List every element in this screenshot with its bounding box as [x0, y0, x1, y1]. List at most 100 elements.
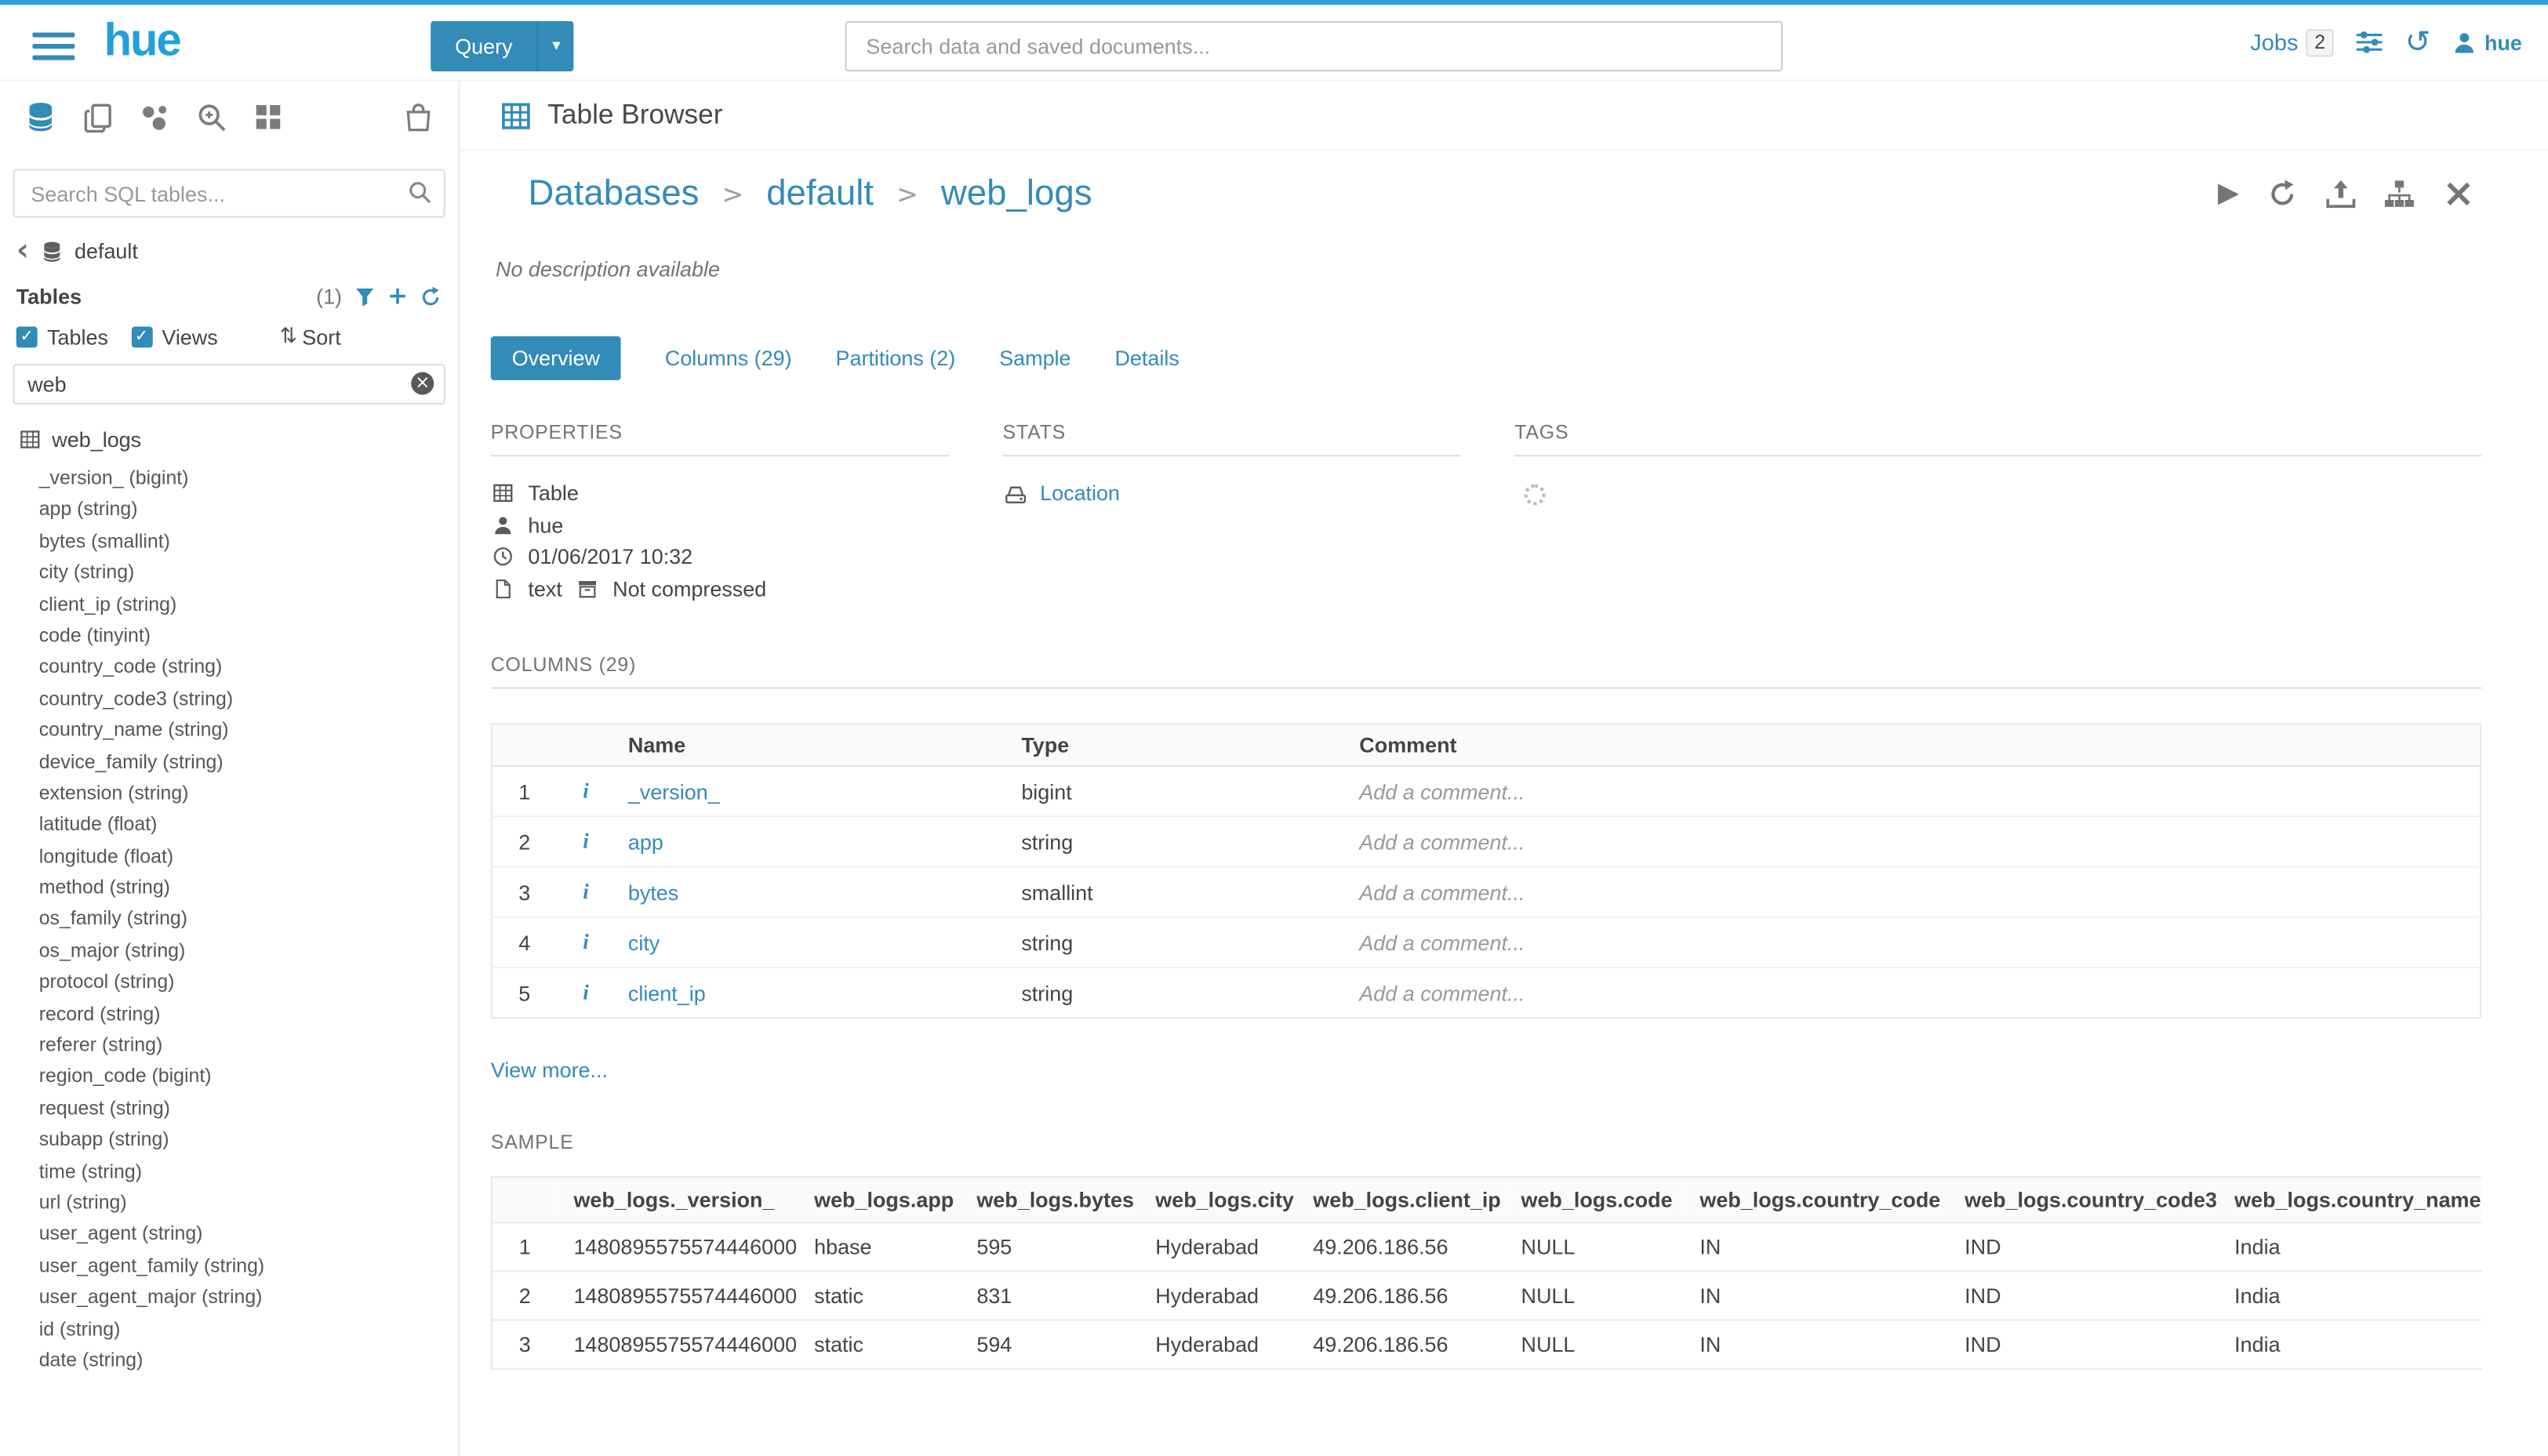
column-item[interactable]: user_agent_family (string) — [0, 1251, 458, 1282]
documents-assist-icon[interactable] — [83, 102, 114, 133]
column-item[interactable]: city (string) — [0, 557, 458, 589]
column-item[interactable]: url (string) — [0, 1188, 458, 1219]
tab-columns[interactable]: Columns (29) — [665, 346, 792, 370]
global-search-input[interactable] — [845, 21, 1783, 71]
tab-partitions[interactable]: Partitions (2) — [836, 346, 956, 370]
info-icon[interactable]: i — [557, 866, 616, 917]
database-name[interactable]: default — [75, 239, 138, 263]
scatter-assist-icon[interactable] — [140, 102, 170, 133]
column-item[interactable]: longitude (float) — [0, 841, 458, 873]
column-item[interactable]: request (string) — [0, 1093, 458, 1124]
column-name-link[interactable]: bytes — [628, 880, 678, 904]
tab-details[interactable]: Details — [1114, 346, 1179, 370]
assist-icon-row — [0, 82, 458, 153]
info-icon[interactable]: i — [557, 816, 616, 866]
column-item[interactable]: user_agent_major (string) — [0, 1282, 458, 1313]
column-item[interactable]: subapp (string) — [0, 1124, 458, 1156]
column-item[interactable]: referer (string) — [0, 1030, 458, 1062]
tree-table-web-logs[interactable]: web_logs — [0, 423, 458, 457]
column-item[interactable]: os_family (string) — [0, 904, 458, 935]
zoom-plus-assist-icon[interactable] — [197, 102, 227, 133]
filter-funnel-icon[interactable] — [355, 286, 376, 307]
query-dropdown-caret-icon[interactable]: ▾ — [537, 21, 575, 71]
column-item[interactable]: code (tinyint) — [0, 620, 458, 652]
column-item[interactable]: record (string) — [0, 999, 458, 1030]
column-comment-cell[interactable]: Add a comment... — [1347, 866, 2481, 917]
tab-sample[interactable]: Sample — [999, 346, 1070, 370]
hamburger-menu-icon[interactable] — [32, 32, 75, 60]
jobs-link[interactable]: Jobs 2 — [2250, 28, 2333, 56]
column-item[interactable]: _version_ (bigint) — [0, 463, 458, 495]
column-item[interactable]: id (string) — [0, 1313, 458, 1345]
query-table-icon[interactable]: ▶ — [2218, 177, 2239, 209]
column-item[interactable]: date (string) — [0, 1345, 458, 1377]
query-button-label[interactable]: Query — [431, 21, 537, 71]
archive-icon — [575, 578, 599, 599]
info-icon[interactable]: i — [557, 968, 616, 1018]
breadcrumb: Databases > default > web_logs ▶ — [491, 172, 2481, 215]
sidebar-table-search-input[interactable] — [13, 169, 445, 217]
column-name-link[interactable]: client_ip — [628, 981, 706, 1005]
user-menu[interactable]: hue — [2452, 30, 2522, 54]
location-link[interactable]: Location — [1040, 481, 1120, 506]
views-checkbox[interactable]: ✓ — [131, 326, 152, 347]
sample-table-wrap: web_logs._version_ web_logs.app web_logs… — [491, 1176, 2481, 1370]
query-button[interactable]: Query ▾ — [431, 21, 574, 71]
refresh-tables-icon[interactable] — [420, 285, 442, 308]
sort-label: Sort — [302, 325, 340, 349]
apps-grid-assist-icon[interactable] — [253, 103, 282, 132]
table-filter-input[interactable] — [13, 364, 445, 405]
column-item[interactable]: time (string) — [0, 1156, 458, 1187]
sql-assist-icon[interactable] — [24, 100, 56, 133]
column-item[interactable]: app (string) — [0, 495, 458, 526]
clear-filter-icon[interactable]: × — [411, 372, 434, 395]
search-icon[interactable] — [408, 180, 432, 205]
user-icon — [2452, 30, 2477, 54]
breadcrumb-databases[interactable]: Databases — [528, 172, 699, 215]
column-item[interactable]: method (string) — [0, 873, 458, 904]
settings-sliders-icon[interactable] — [2354, 27, 2383, 56]
column-item[interactable]: os_major (string) — [0, 935, 458, 967]
page-header: Table Browser — [460, 82, 2548, 151]
column-comment-cell[interactable]: Add a comment... — [1347, 968, 2481, 1018]
refresh-icon[interactable] — [2266, 178, 2297, 209]
column-item[interactable]: latitude (float) — [0, 810, 458, 841]
column-name-link[interactable]: _version_ — [628, 779, 720, 804]
tab-overview[interactable]: Overview — [491, 336, 621, 380]
upload-icon[interactable] — [2325, 178, 2356, 209]
column-name-link[interactable]: city — [628, 930, 660, 954]
bag-assist-icon[interactable] — [403, 102, 434, 133]
column-item[interactable]: country_code (string) — [0, 652, 458, 684]
info-icon[interactable]: i — [557, 766, 616, 816]
jobs-label[interactable]: Jobs — [2250, 29, 2298, 55]
column-item[interactable]: user_agent (string) — [0, 1219, 458, 1251]
chevron-left-icon[interactable]: ‹ — [16, 241, 29, 262]
close-icon[interactable]: × — [2442, 177, 2475, 209]
sort-control[interactable]: ⇅ Sort — [279, 325, 340, 349]
hue-logo[interactable]: hue — [104, 15, 180, 67]
sample-cell: Hyderabad — [1140, 1320, 1297, 1368]
topbar-right-cluster: Jobs 2 ↺ hue — [2250, 5, 2522, 79]
tables-checkbox[interactable]: ✓ — [16, 326, 38, 347]
column-item[interactable]: device_family (string) — [0, 746, 458, 778]
add-table-icon[interactable]: + — [387, 285, 408, 309]
column-comment-cell[interactable]: Add a comment... — [1347, 816, 2481, 866]
column-comment-cell[interactable]: Add a comment... — [1347, 917, 2481, 968]
column-item[interactable]: extension (string) — [0, 778, 458, 809]
column-item[interactable]: region_code (bigint) — [0, 1062, 458, 1093]
history-icon[interactable]: ↺ — [2405, 27, 2431, 57]
info-icon[interactable]: i — [557, 917, 616, 968]
column-item[interactable]: country_name (string) — [0, 715, 458, 746]
column-item[interactable]: client_ip (string) — [0, 589, 458, 620]
column-item[interactable]: country_code3 (string) — [0, 684, 458, 715]
column-comment-cell[interactable]: Add a comment... — [1347, 766, 2481, 816]
column-item[interactable]: protocol (string) — [0, 967, 458, 998]
sitemap-icon[interactable] — [2384, 178, 2415, 209]
view-more-link[interactable]: View more... — [491, 1058, 608, 1082]
column-name-cell: _version_ — [615, 766, 1008, 816]
breadcrumb-web-logs[interactable]: web_logs — [941, 172, 1092, 215]
breadcrumb-default[interactable]: default — [766, 172, 874, 215]
table-description[interactable]: No description available — [491, 256, 2481, 281]
column-name-link[interactable]: app — [628, 830, 663, 854]
column-item[interactable]: bytes (smallint) — [0, 526, 458, 557]
